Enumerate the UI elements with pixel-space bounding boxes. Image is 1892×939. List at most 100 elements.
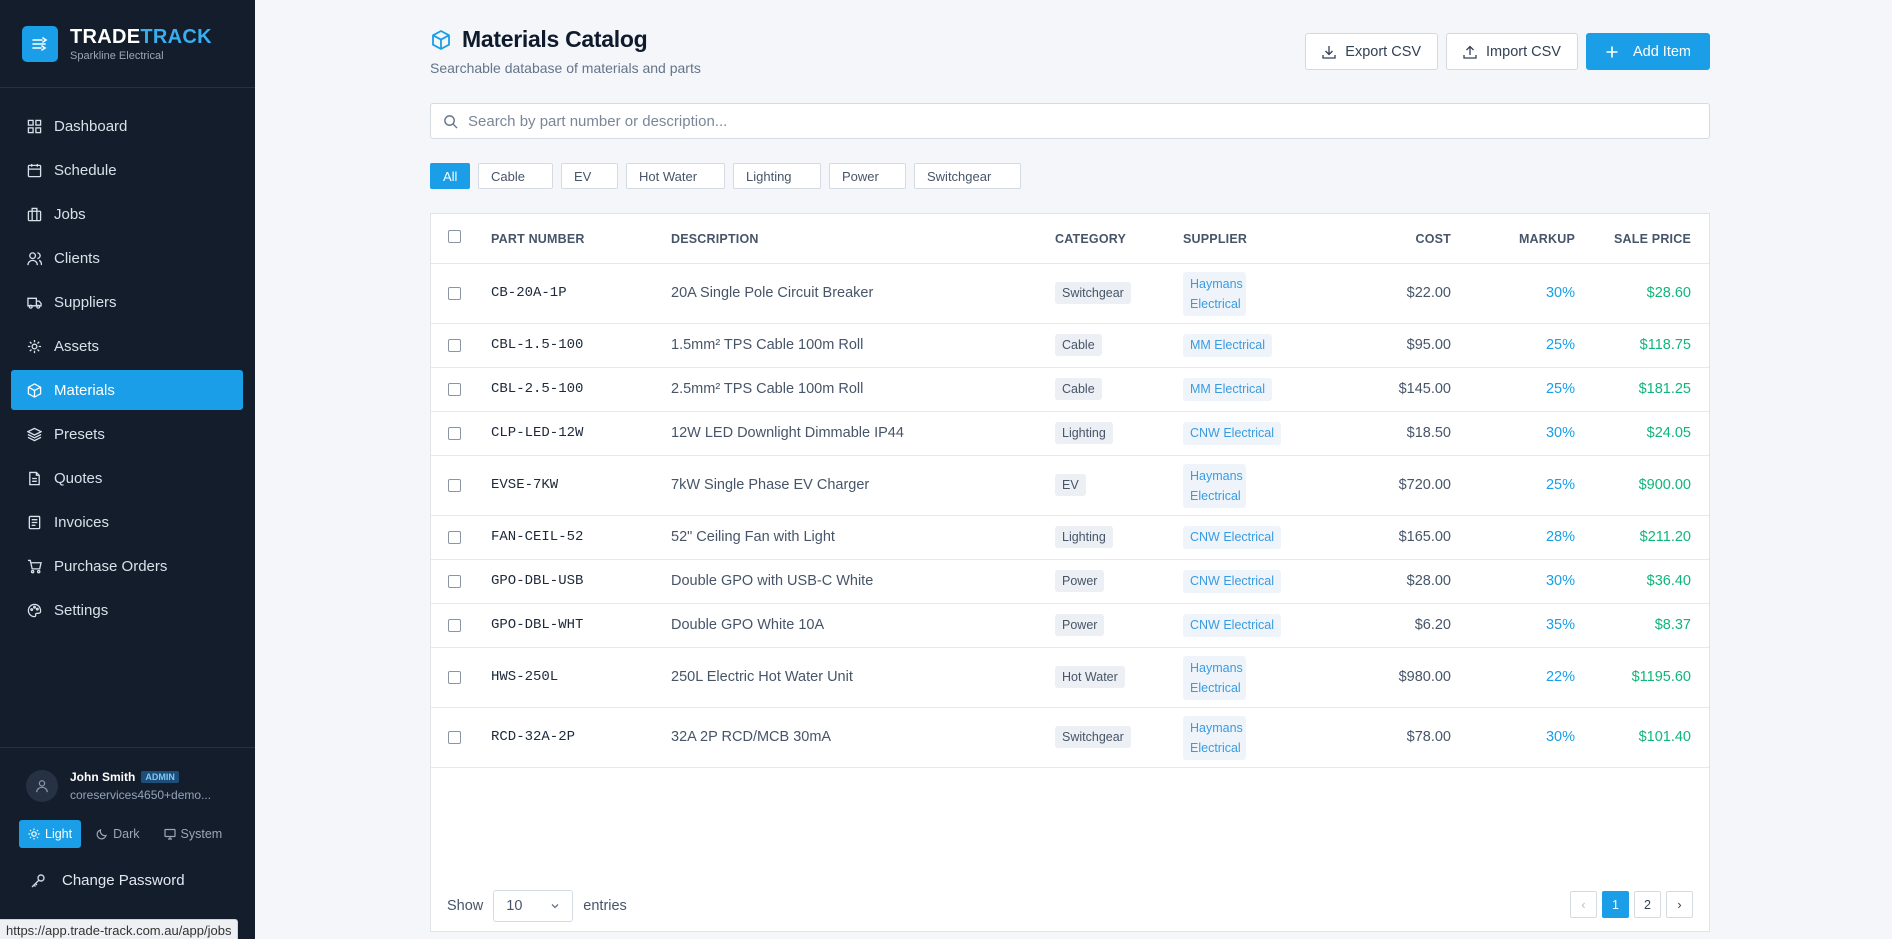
users-icon <box>27 251 42 265</box>
select-all-checkbox[interactable] <box>448 230 461 243</box>
sidebar-item-settings[interactable]: Settings <box>11 590 243 630</box>
sidebar-item-invoices[interactable]: Invoices <box>11 502 243 542</box>
sidebar-item-quotes[interactable]: Quotes <box>11 458 243 498</box>
column-header-part-number[interactable]: PART NUMBER <box>491 232 585 246</box>
brand[interactable]: TRADETRACK Sparkline Electrical <box>0 0 255 88</box>
table-row[interactable]: EVSE-7KW 7kW Single Phase EV Charger EV Hay… <box>431 456 1709 516</box>
sidebar-nav: Dashboard Schedule Jobs Clients Supplier… <box>0 88 255 630</box>
row-checkbox[interactable] <box>448 531 461 544</box>
category-badge: Cable <box>1055 334 1102 356</box>
table-row[interactable]: GPO-DBL-USB Double GPO with USB-C White Po… <box>431 560 1709 604</box>
next-page-button[interactable]: › <box>1666 891 1693 918</box>
markup-value: 25% <box>1545 337 1575 353</box>
cost-value: $6.20 <box>1414 617 1451 633</box>
markup-value: 30% <box>1545 285 1575 301</box>
filter-switchgear[interactable]: Switchgear <box>914 163 1021 189</box>
sidebar-item-jobs[interactable]: Jobs <box>11 194 243 234</box>
moon-icon <box>96 829 107 840</box>
column-header-supplier[interactable]: SUPPLIER <box>1183 232 1247 246</box>
user-profile[interactable]: John Smith ADMIN coreservices4650+demo... <box>0 748 255 802</box>
column-header-description[interactable]: DESCRIPTION <box>671 232 759 246</box>
import-csv-button[interactable]: Import CSV <box>1446 33 1578 70</box>
theme-dark-button[interactable]: Dark <box>87 820 148 848</box>
theme-system-button[interactable]: System <box>155 820 232 848</box>
main-content: Materials Catalog Searchable database of… <box>430 0 1710 932</box>
row-checkbox[interactable] <box>448 427 461 440</box>
column-header-cost[interactable]: COST <box>1351 232 1451 246</box>
filter-power[interactable]: Power <box>829 163 906 189</box>
table-row[interactable]: CLP-LED-12W 12W LED Downlight Dimmable IP… <box>431 412 1709 456</box>
column-header-category[interactable]: CATEGORY <box>1055 232 1126 246</box>
sidebar-item-assets[interactable]: Assets <box>11 326 243 366</box>
row-checkbox[interactable] <box>448 287 461 300</box>
sidebar-item-label: Dashboard <box>54 117 128 135</box>
prev-page-button[interactable]: ‹ <box>1570 891 1597 918</box>
filter-all[interactable]: All <box>430 163 470 189</box>
table-row[interactable]: CB-20A-1P 20A Single Pole Circuit Breaker… <box>431 264 1709 324</box>
filter-ev[interactable]: EV <box>561 163 618 189</box>
filter-lighting[interactable]: Lighting <box>733 163 821 189</box>
cost-value: $145.00 <box>1398 381 1451 397</box>
cost-value: $28.00 <box>1406 573 1451 589</box>
entries-select[interactable]: 10 <box>493 890 574 922</box>
search-bar[interactable] <box>430 103 1710 139</box>
description: Double GPO with USB-C White <box>671 573 874 589</box>
row-checkbox[interactable] <box>448 383 461 396</box>
category-badge: Power <box>1055 570 1105 592</box>
column-header-sale-price[interactable]: SALE PRICE <box>1581 232 1691 246</box>
change-password-link[interactable]: Change Password <box>30 872 255 889</box>
user-name: John Smith <box>70 770 136 784</box>
box-icon <box>27 382 42 398</box>
materials-table: PART NUMBER DESCRIPTION CATEGORY SUPPLIE… <box>430 213 1710 932</box>
sidebar-item-label: Quotes <box>54 469 103 487</box>
table-row[interactable]: CBL-2.5-100 2.5mm² TPS Cable 100m Roll Cab… <box>431 368 1709 412</box>
row-checkbox[interactable] <box>448 671 461 684</box>
table-row[interactable]: FAN-CEIL-52 52" Ceiling Fan with Light Lig… <box>431 516 1709 560</box>
sale-price-value: $181.25 <box>1638 381 1691 397</box>
chevron-down-icon <box>551 904 559 909</box>
row-checkbox[interactable] <box>448 339 461 352</box>
category-badge: Switchgear <box>1055 282 1131 304</box>
box-icon <box>432 29 450 50</box>
row-checkbox[interactable] <box>448 731 461 744</box>
supplier-badge: Haymans Electrical <box>1183 464 1246 508</box>
sidebar-item-suppliers[interactable]: Suppliers <box>11 282 243 322</box>
sidebar-item-dashboard[interactable]: Dashboard <box>11 106 243 146</box>
add-item-button[interactable]: Add Item <box>1585 33 1710 70</box>
row-checkbox[interactable] <box>448 575 461 588</box>
page-subtitle: Searchable database of materials and par… <box>430 60 701 76</box>
cost-value: $95.00 <box>1406 337 1451 353</box>
page-2-button[interactable]: 2 <box>1634 891 1661 918</box>
supplier-badge: Haymans Electrical <box>1183 656 1246 700</box>
table-row[interactable]: HWS-250L 250L Electric Hot Water Unit Hot … <box>431 648 1709 708</box>
sidebar-item-materials[interactable]: Materials <box>11 370 243 410</box>
row-checkbox[interactable] <box>448 619 461 632</box>
receipt-icon <box>28 515 41 529</box>
theme-light-button[interactable]: Light <box>19 820 82 848</box>
search-input[interactable] <box>468 112 1668 130</box>
sale-price-value: $24.05 <box>1646 425 1691 441</box>
column-header-markup[interactable]: MARKUP <box>1471 232 1575 246</box>
sidebar-item-clients[interactable]: Clients <box>11 238 243 278</box>
filter-cable[interactable]: Cable <box>478 163 553 189</box>
page-1-button[interactable]: 1 <box>1602 891 1629 918</box>
table-row[interactable]: GPO-DBL-WHT Double GPO White 10A Power CNW … <box>431 604 1709 648</box>
sidebar-item-schedule[interactable]: Schedule <box>11 150 243 190</box>
sidebar-item-presets[interactable]: Presets <box>11 414 243 454</box>
description: 32A 2P RCD/MCB 30mA <box>671 729 832 745</box>
cost-value: $22.00 <box>1406 285 1451 301</box>
sidebar-item-label: Suppliers <box>54 293 117 311</box>
description: 7kW Single Phase EV Charger <box>671 477 870 493</box>
sidebar-item-label: Schedule <box>54 161 117 179</box>
filter-hot-water[interactable]: Hot Water <box>626 163 725 189</box>
supplier-badge: MM Electrical <box>1183 378 1273 401</box>
show-label: Show <box>447 898 484 914</box>
sidebar-item-purchase-orders[interactable]: Purchase Orders <box>11 546 243 586</box>
table-row[interactable]: CBL-1.5-100 1.5mm² TPS Cable 100m Roll Cab… <box>431 324 1709 368</box>
search-icon <box>444 114 458 129</box>
brand-name: TRADETRACK <box>70 25 212 48</box>
row-checkbox[interactable] <box>448 479 461 492</box>
description: 52" Ceiling Fan with Light <box>671 529 835 545</box>
export-csv-button[interactable]: Export CSV <box>1305 33 1439 70</box>
table-row[interactable]: RCD-32A-2P 32A 2P RCD/MCB 30mA Switchgear H… <box>431 708 1709 768</box>
